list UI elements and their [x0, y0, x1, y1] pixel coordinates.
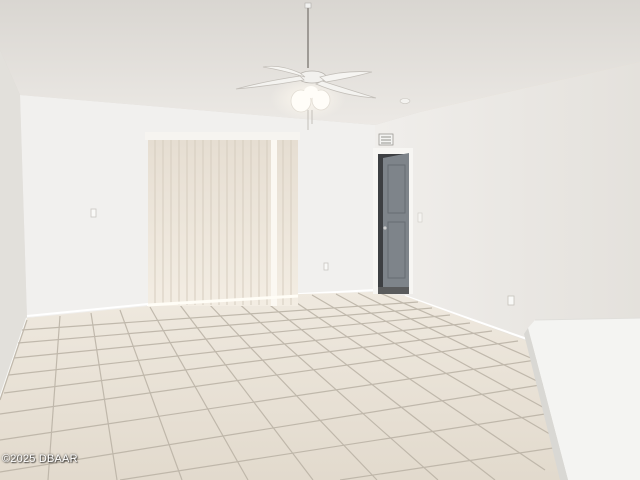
wall-outlet-right: [507, 295, 515, 306]
wall-outlet: [323, 262, 329, 271]
thermostat-plate: [417, 212, 423, 223]
smoke-detector: [399, 98, 411, 104]
sliding-door-blinds: [145, 132, 300, 307]
room-photo: ©2025 DBAAR: [0, 0, 640, 480]
photo-watermark: ©2025 DBAAR: [2, 453, 78, 465]
hallway-doorway: [373, 148, 413, 294]
light-switch: [90, 208, 97, 218]
air-vent-icon: [378, 133, 394, 146]
room-scene: [0, 0, 640, 480]
